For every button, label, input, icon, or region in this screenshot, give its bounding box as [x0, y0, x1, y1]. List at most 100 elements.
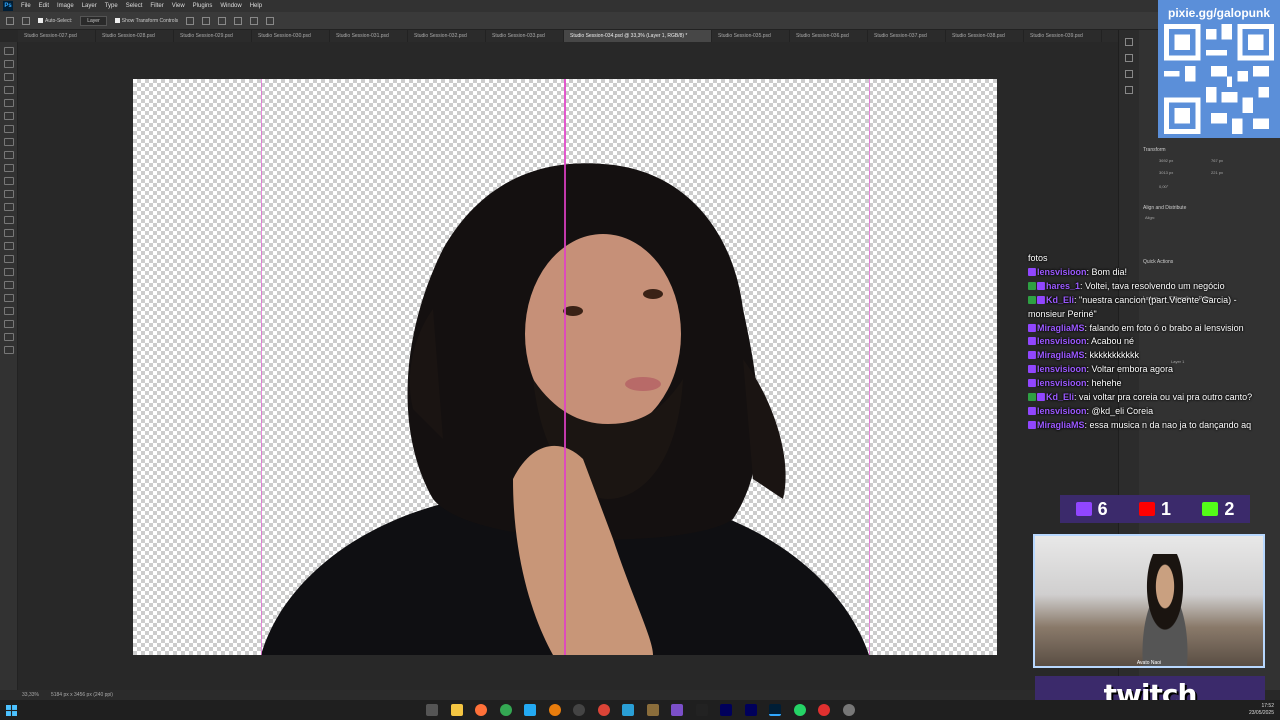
chat-text: : essa musica n da nao ja to dançando aq: [1084, 419, 1252, 430]
screen-mode-icon[interactable]: [4, 346, 14, 354]
tab-document-active[interactable]: Studio Session-034.psd @ 33,3% (Layer 1,…: [564, 30, 712, 42]
zoom-level[interactable]: 33,33%: [22, 692, 39, 698]
auto-select-dropdown[interactable]: Layer: [80, 15, 107, 26]
y-field[interactable]: 221 px: [1211, 170, 1223, 175]
color-panel-icon[interactable]: [1125, 38, 1133, 46]
tab-document[interactable]: Studio Session-033.psd: [486, 30, 564, 42]
properties-panel-icon[interactable]: [1125, 70, 1133, 78]
lasso-tool-icon[interactable]: [4, 73, 14, 81]
clock-date: 23/05/2025: [1248, 710, 1274, 716]
distribute-icon[interactable]: [234, 16, 243, 25]
menu-edit[interactable]: Edit: [35, 3, 53, 9]
firefox-icon[interactable]: [475, 704, 487, 716]
tab-document[interactable]: Studio Session-027.psd: [18, 30, 96, 42]
angle-field[interactable]: 0,00°: [1159, 184, 1168, 189]
quick-select-tool-icon[interactable]: [4, 86, 14, 94]
guide-line-center[interactable]: [564, 79, 566, 655]
tab-document[interactable]: Studio Session-037.psd: [868, 30, 946, 42]
type-tool-icon[interactable]: [4, 255, 14, 263]
photoshop-icon[interactable]: [769, 704, 781, 716]
canvas[interactable]: [133, 79, 997, 655]
blender-icon[interactable]: [549, 704, 561, 716]
align-center-icon[interactable]: [202, 16, 211, 25]
healing-tool-icon[interactable]: [4, 138, 14, 146]
windows-start-icon[interactable]: [6, 705, 17, 716]
crop-tool-icon[interactable]: [4, 99, 14, 107]
chat-text: : Voltar embora agora: [1086, 364, 1174, 375]
home-icon[interactable]: [6, 16, 14, 25]
after-effects-icon[interactable]: [720, 704, 732, 716]
eyedropper-tool-icon[interactable]: [4, 125, 14, 133]
menu-filter[interactable]: Filter: [146, 3, 167, 9]
chat-username: lensvisioon: [1037, 405, 1087, 416]
eraser-tool-icon[interactable]: [4, 190, 14, 198]
stamp-tool-icon[interactable]: [4, 164, 14, 172]
x-field[interactable]: 767 px: [1211, 158, 1223, 163]
menu-layer[interactable]: Layer: [78, 3, 101, 9]
path-select-tool-icon[interactable]: [4, 268, 14, 276]
whatsapp-icon[interactable]: [794, 704, 806, 716]
gradient-tool-icon[interactable]: [4, 203, 14, 211]
tab-document[interactable]: Studio Session-038.psd: [946, 30, 1024, 42]
hand-tool-icon[interactable]: [4, 294, 14, 302]
brush-tool-icon[interactable]: [4, 151, 14, 159]
move-tool-icon[interactable]: [22, 16, 30, 25]
swatches-panel-icon[interactable]: [1125, 54, 1133, 62]
more-options-icon[interactable]: [250, 16, 259, 25]
settings-icon[interactable]: [843, 704, 855, 716]
guide-line[interactable]: [261, 79, 262, 655]
capcut-icon[interactable]: [696, 704, 708, 716]
frame-tool-icon[interactable]: [4, 112, 14, 120]
chrome-profile-icon[interactable]: [598, 704, 610, 716]
gear-icon[interactable]: [266, 16, 275, 25]
menu-file[interactable]: File: [17, 3, 35, 9]
zoom-tool-icon[interactable]: [4, 307, 14, 315]
transform-controls-checkbox[interactable]: Show Transform Controls: [114, 18, 178, 24]
premiere-icon[interactable]: [745, 704, 757, 716]
menu-window[interactable]: Window: [216, 3, 245, 9]
adjustments-panel-icon[interactable]: [1125, 86, 1133, 94]
tab-document[interactable]: Studio Session-036.psd: [790, 30, 868, 42]
menu-plugins[interactable]: Plugins: [189, 3, 217, 9]
blur-tool-icon[interactable]: [4, 216, 14, 224]
chrome-icon[interactable]: [500, 704, 512, 716]
tab-document[interactable]: Studio Session-032.psd: [408, 30, 486, 42]
tools-panel: [0, 42, 18, 690]
auto-select-checkbox[interactable]: Auto-Select:: [38, 18, 72, 24]
height-field[interactable]: 3013 px: [1159, 170, 1173, 175]
notes-icon[interactable]: [647, 704, 659, 716]
obs-icon[interactable]: [573, 704, 585, 716]
menu-type[interactable]: Type: [101, 3, 122, 9]
pen-tool-icon[interactable]: [4, 242, 14, 250]
menu-help[interactable]: Help: [246, 3, 266, 9]
tab-document[interactable]: Studio Session-031.psd: [330, 30, 408, 42]
tab-document[interactable]: Studio Session-039.psd: [1024, 30, 1102, 42]
vscode-icon[interactable]: [524, 704, 536, 716]
color-swatch-icon[interactable]: [4, 320, 14, 328]
menu-select[interactable]: Select: [122, 3, 147, 9]
menu-image[interactable]: Image: [53, 3, 78, 9]
check-badge-icon: [1028, 295, 1036, 304]
quick-mask-icon[interactable]: [4, 333, 14, 341]
dodge-tool-icon[interactable]: [4, 229, 14, 237]
align-right-icon[interactable]: [218, 16, 227, 25]
history-brush-tool-icon[interactable]: [4, 177, 14, 185]
task-view-icon[interactable]: [426, 704, 438, 716]
width-field[interactable]: 3692 px: [1159, 158, 1173, 163]
file-explorer-icon[interactable]: [451, 704, 463, 716]
app-icon[interactable]: [671, 704, 683, 716]
menu-view[interactable]: View: [168, 3, 189, 9]
tab-document[interactable]: Studio Session-035.psd: [712, 30, 790, 42]
tab-document[interactable]: Studio Session-029.psd: [174, 30, 252, 42]
system-clock[interactable]: 17:52 23/05/2025: [1249, 703, 1274, 717]
shape-tool-icon[interactable]: [4, 281, 14, 289]
tab-document[interactable]: Studio Session-028.psd: [96, 30, 174, 42]
tab-document[interactable]: Studio Session-030.psd: [252, 30, 330, 42]
align-left-icon[interactable]: [186, 16, 195, 25]
chat-message: lensvisioon: hehehe: [1028, 377, 1264, 391]
marquee-tool-icon[interactable]: [4, 60, 14, 68]
move-tool-icon[interactable]: [4, 47, 14, 55]
guide-line[interactable]: [869, 79, 870, 655]
app-icon[interactable]: [622, 704, 634, 716]
recorder-icon[interactable]: [818, 704, 830, 716]
